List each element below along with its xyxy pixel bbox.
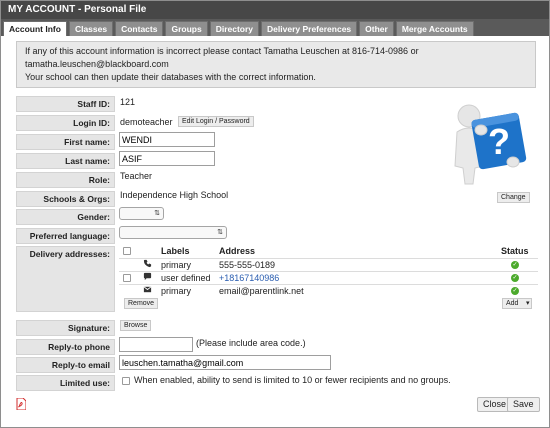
- gender-select[interactable]: ⇅: [119, 207, 164, 220]
- add-label: Add: [506, 300, 519, 307]
- language-select[interactable]: ⇅: [119, 226, 227, 239]
- schools-value: Independence High School: [120, 190, 229, 200]
- last-name-label: Last name:: [16, 153, 115, 169]
- reply-phone-hint: (Please include area code.): [196, 338, 306, 348]
- window-title: MY ACCOUNT - Personal File: [1, 1, 549, 19]
- first-name-field[interactable]: [119, 132, 215, 147]
- schools-label: Schools & Orgs:: [16, 191, 115, 207]
- staff-id-value: 121: [120, 97, 136, 107]
- last-name-field[interactable]: [119, 151, 215, 166]
- notice-line-3: Your school can then update their databa…: [25, 72, 316, 82]
- tab-account-info[interactable]: Account Info: [3, 21, 67, 36]
- login-id-value: demoteacher: [120, 117, 173, 127]
- delivery-header-row: Labels Address Status: [119, 245, 538, 258]
- account-window: MY ACCOUNT - Personal File Account Info …: [0, 0, 550, 428]
- limited-use-label: Limited use:: [16, 375, 115, 391]
- avatar[interactable]: ?: [443, 96, 533, 188]
- limited-use-checkbox[interactable]: [122, 377, 130, 385]
- status-header: Status: [501, 246, 529, 256]
- tab-directory[interactable]: Directory: [209, 21, 260, 36]
- delivery-label: Delivery addresses:: [16, 246, 115, 312]
- select-arrows-icon: ⇅: [217, 229, 223, 236]
- row-label: primary: [161, 286, 192, 296]
- reply-email-field[interactable]: [119, 355, 331, 370]
- delivery-row[interactable]: primary email@parentlink.net ✓: [119, 284, 538, 297]
- limited-use-text: When enabled, ability to send is limited…: [134, 375, 451, 385]
- notice-line-1: If any of this account information is in…: [25, 46, 419, 56]
- tab-classes[interactable]: Classes: [68, 21, 114, 36]
- first-name-label: First name:: [16, 134, 115, 150]
- status-ok-icon: ✓: [511, 287, 519, 295]
- tab-bar: Account Info Classes Contacts Groups Dir…: [1, 19, 549, 36]
- row-address: email@parentlink.net: [219, 286, 304, 296]
- tab-contacts[interactable]: Contacts: [115, 21, 164, 36]
- reply-phone-field[interactable]: [119, 337, 193, 352]
- remove-button[interactable]: Remove: [124, 298, 159, 309]
- tab-other[interactable]: Other: [359, 21, 394, 36]
- staff-id-label: Staff ID:: [16, 96, 115, 112]
- browse-button[interactable]: Browse: [120, 320, 152, 331]
- svg-text:?: ?: [488, 121, 510, 162]
- select-arrows-icon: ⇅: [154, 210, 160, 217]
- login-id-label: Login ID:: [16, 115, 115, 131]
- chevron-down-icon: ▾: [525, 300, 530, 307]
- gender-label: Gender:: [16, 209, 115, 225]
- reply-email-label: Reply-to email address:: [16, 357, 115, 385]
- save-button[interactable]: Save: [507, 397, 540, 412]
- tab-groups[interactable]: Groups: [165, 21, 208, 36]
- delivery-row[interactable]: user defined +18167140986 ✓: [119, 271, 538, 284]
- status-ok-icon: ✓: [511, 274, 519, 282]
- select-all-checkbox[interactable]: [123, 247, 131, 255]
- address-header: Address: [219, 246, 256, 256]
- delivery-row[interactable]: primary 555-555-0189 ✓: [119, 258, 538, 271]
- row-checkbox[interactable]: [123, 274, 131, 282]
- status-ok-icon: ✓: [511, 261, 519, 269]
- reply-phone-label: Reply-to phone number:: [16, 339, 115, 367]
- question-mark-figure-icon: ?: [454, 104, 527, 185]
- language-label: Preferred language:: [16, 228, 115, 244]
- add-button[interactable]: Add ▾: [502, 298, 533, 309]
- labels-header: Labels: [161, 246, 190, 256]
- pdf-icon[interactable]: [16, 397, 27, 411]
- contact-notice: If any of this account information is in…: [16, 41, 536, 88]
- notice-line-2: tamatha.leuschen@blackboard.com: [25, 59, 169, 69]
- role-label: Role:: [16, 172, 115, 188]
- tab-delivery-preferences[interactable]: Delivery Preferences: [261, 21, 358, 36]
- role-value: Teacher: [120, 171, 153, 181]
- change-avatar-button[interactable]: Change: [497, 192, 530, 203]
- edit-login-button[interactable]: Edit Login / Password: [178, 116, 254, 127]
- signature-label: Signature:: [16, 320, 115, 336]
- tab-merge-accounts[interactable]: Merge Accounts: [395, 21, 474, 36]
- email-icon: [143, 285, 152, 298]
